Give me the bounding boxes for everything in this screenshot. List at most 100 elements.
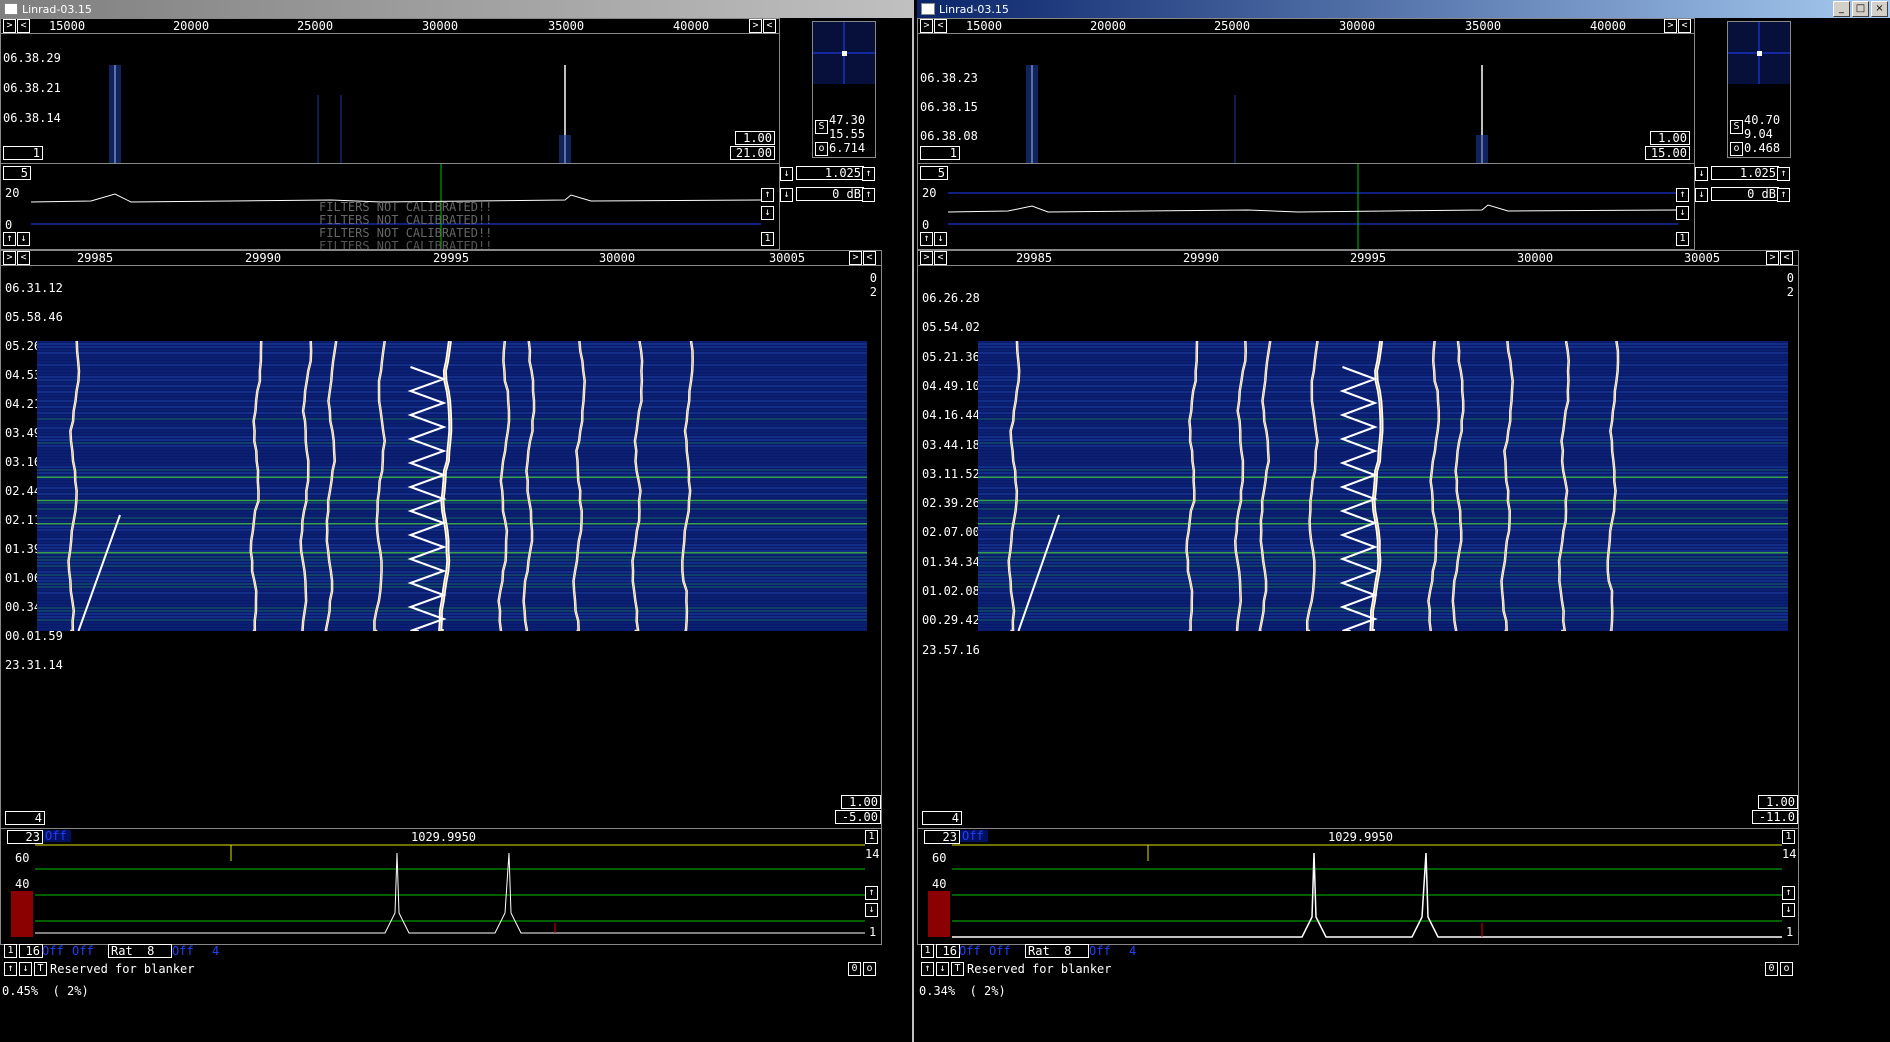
scroll-right-button[interactable]: <	[934, 251, 947, 265]
baseband-trace[interactable]	[35, 843, 865, 939]
off-toggle-3[interactable]: Off	[172, 944, 194, 958]
gain-up-button[interactable]: ↑	[862, 167, 875, 181]
narrow-waterfall[interactable]	[978, 341, 1788, 631]
wide-waterfall[interactable]	[948, 35, 1688, 163]
spectrum-up-button[interactable]: ↑	[1676, 188, 1689, 202]
scroll-right-button[interactable]: <	[1678, 19, 1691, 33]
narrow-left-box[interactable]: 4	[5, 811, 45, 825]
linrad-window-right[interactable]: Linrad-03.15 _ □ × > < 15000 20000 25000…	[917, 0, 1890, 1042]
off-toggle-2[interactable]: Off	[989, 944, 1011, 958]
off-toggle-3[interactable]: Off	[1089, 944, 1111, 958]
off-toggle-2[interactable]: Off	[72, 944, 94, 958]
baseband-up-button[interactable]: ↑	[1782, 886, 1795, 900]
wide-scale-box[interactable]: 1.00	[735, 131, 775, 145]
db-value[interactable]: 0 dB	[796, 187, 864, 201]
baseband-off[interactable]: Off	[43, 830, 71, 842]
baseband-right-button[interactable]: 1	[865, 830, 878, 844]
scroll-right-button[interactable]: <	[763, 19, 776, 33]
up-button[interactable]: ↑	[921, 962, 934, 976]
spectrum-trace[interactable]	[948, 164, 1678, 249]
wide-left-box[interactable]: 1	[920, 146, 960, 160]
scroll-left-button[interactable]: >	[3, 19, 16, 33]
baseband-down-button[interactable]: ↓	[1782, 903, 1795, 917]
spectrum-panel[interactable]: 5 20 0 FILTERS NOT CALIBRATED!! FILTERS …	[0, 163, 780, 250]
baseband-down-button[interactable]: ↓	[865, 903, 878, 917]
narrow-scale-box[interactable]: 1.00	[1758, 795, 1798, 809]
scroll-left-button[interactable]: >	[849, 251, 862, 265]
gain-down-button[interactable]: ↓	[1695, 167, 1708, 181]
db-down-button[interactable]: ↓	[1695, 188, 1708, 202]
spectrum-box[interactable]: 5	[920, 166, 948, 180]
gain-value[interactable]: 1.025	[1711, 166, 1779, 180]
scroll-left-button[interactable]: >	[920, 19, 933, 33]
spectrum-box-right[interactable]: 1	[1676, 232, 1689, 246]
wide-offset-box[interactable]: 21.00	[730, 146, 775, 160]
wide-scale-box[interactable]: 1.00	[1650, 131, 1690, 145]
scroll-right-button[interactable]: <	[934, 19, 947, 33]
minimize-button[interactable]: _	[1833, 1, 1850, 17]
scroll-left-button[interactable]: >	[3, 251, 16, 265]
close-button[interactable]: ×	[1871, 1, 1888, 17]
baseband-right-button[interactable]: 1	[1782, 830, 1795, 844]
baseband-box[interactable]: 23	[7, 830, 43, 844]
o-button-2[interactable]: o	[863, 962, 876, 976]
spectrum-box-right[interactable]: 1	[761, 232, 774, 246]
spectrum-up-small[interactable]: ↑	[3, 232, 16, 246]
narrow-waterfall[interactable]	[37, 341, 867, 631]
narrow-left-box[interactable]: 4	[922, 811, 962, 825]
scroll-left-button[interactable]: >	[1664, 19, 1677, 33]
title-bar[interactable]: Linrad-03.15 _ □ ×	[917, 0, 1890, 18]
maximize-button[interactable]: □	[1852, 1, 1869, 17]
baseband-trace[interactable]	[952, 843, 1782, 939]
scroll-left-button[interactable]: >	[1766, 251, 1779, 265]
spectrum-up-button[interactable]: ↑	[761, 188, 774, 202]
baseband-box[interactable]: 23	[924, 830, 960, 844]
scroll-right-button[interactable]: <	[863, 251, 876, 265]
down-button[interactable]: ↓	[19, 962, 32, 976]
narrow-offset-box[interactable]: -5.00	[835, 810, 881, 824]
off-toggle-1[interactable]: Off	[959, 944, 981, 958]
baseband-off[interactable]: Off	[960, 830, 988, 842]
btn-1[interactable]: 1	[4, 944, 17, 958]
o-button-1[interactable]: 0	[848, 962, 861, 976]
scroll-right-button[interactable]: <	[17, 251, 30, 265]
wide-waterfall[interactable]	[31, 35, 771, 163]
scroll-right-button[interactable]: <	[17, 19, 30, 33]
rat-box[interactable]: Rat 8	[108, 944, 172, 958]
narrow-scale-box[interactable]: 1.00	[841, 795, 881, 809]
spectrum-panel[interactable]: 5 20 0 ↑ ↓ 1 ↑ ↓	[917, 163, 1695, 250]
spectrum-up-small[interactable]: ↑	[920, 232, 933, 246]
btn-16[interactable]: 16	[936, 944, 960, 958]
t-button[interactable]: T	[951, 962, 964, 976]
rat-box[interactable]: Rat 8	[1025, 944, 1089, 958]
wide-waterfall-panel[interactable]: > < 15000 20000 25000 30000 35000 40000 …	[917, 18, 1695, 165]
wide-waterfall-panel[interactable]: > < 15000 20000 25000 30000 35000 40000 …	[0, 18, 780, 165]
baseband-panel[interactable]: 23 Off 1029.9950 1 60 40 20 14 ↑ ↓ 1	[917, 828, 1799, 945]
db-down-button[interactable]: ↓	[780, 188, 793, 202]
baseband-up-button[interactable]: ↑	[865, 886, 878, 900]
t-button[interactable]: T	[34, 962, 47, 976]
title-bar[interactable]: Linrad-03.15	[0, 0, 912, 18]
gain-up-button[interactable]: ↑	[1777, 167, 1790, 181]
scroll-left-button[interactable]: >	[920, 251, 933, 265]
narrow-waterfall-panel[interactable]: > < 29985 29990 29995 30000 30005 > < 0 …	[0, 250, 882, 830]
gain-value[interactable]: 1.025	[796, 166, 864, 180]
value-4[interactable]: 4	[1129, 944, 1136, 958]
scroll-left-button[interactable]: >	[749, 19, 762, 33]
wide-left-box[interactable]: 1	[3, 146, 43, 160]
db-up-button[interactable]: ↑	[1777, 188, 1790, 202]
spectrum-box[interactable]: 5	[3, 166, 31, 180]
baseband-panel[interactable]: 23 Off 1029.9950 1 60 40 20 14 ↑ ↓ 1	[0, 828, 882, 945]
spectrum-down-small[interactable]: ↓	[934, 232, 947, 246]
linrad-window-left[interactable]: Linrad-03.15 > < 15000 20000 25000 30000…	[0, 0, 914, 1042]
gain-down-button[interactable]: ↓	[780, 167, 793, 181]
spectrum-down-button[interactable]: ↓	[761, 206, 774, 220]
down-button[interactable]: ↓	[936, 962, 949, 976]
narrow-waterfall-panel[interactable]: > < 29985 29990 29995 30000 30005 > < 0 …	[917, 250, 1799, 830]
btn-1[interactable]: 1	[921, 944, 934, 958]
narrow-offset-box[interactable]: -11.0	[1752, 810, 1798, 824]
o-button-2[interactable]: o	[1780, 962, 1793, 976]
o-button-1[interactable]: 0	[1765, 962, 1778, 976]
value-4[interactable]: 4	[212, 944, 219, 958]
wide-offset-box[interactable]: 15.00	[1645, 146, 1690, 160]
